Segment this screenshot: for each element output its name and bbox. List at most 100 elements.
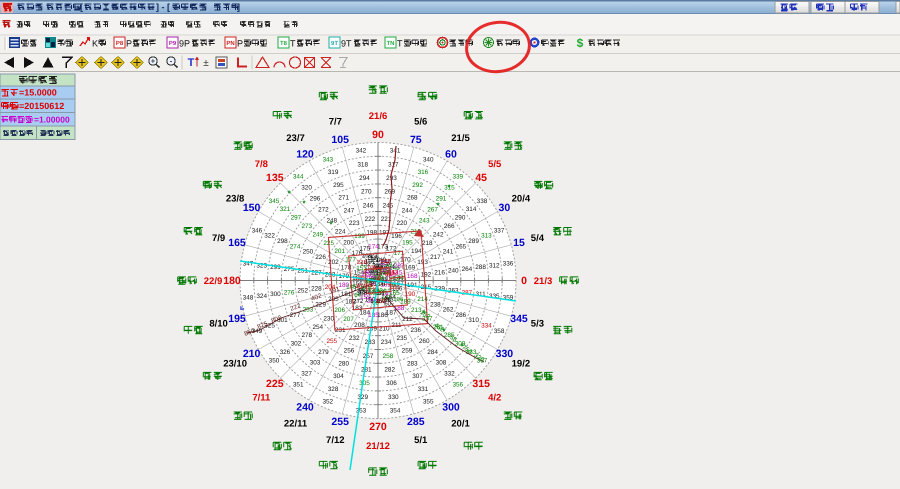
svg-text:245: 245 xyxy=(383,202,394,209)
svg-text:269: 269 xyxy=(384,189,395,196)
svg-text:258: 258 xyxy=(383,353,394,360)
svg-text:135: 135 xyxy=(266,172,284,184)
svg-text:280: 280 xyxy=(338,361,349,368)
svg-text:312: 312 xyxy=(489,262,500,269)
svg-text:344: 344 xyxy=(293,174,304,181)
svg-text:207: 207 xyxy=(343,316,354,323)
svg-text:313: 313 xyxy=(481,233,492,240)
svg-text:220: 220 xyxy=(396,220,407,227)
svg-text:5/6: 5/6 xyxy=(414,116,427,127)
svg-text:259: 259 xyxy=(402,348,413,355)
svg-text:212: 212 xyxy=(380,258,391,265)
svg-text:300: 300 xyxy=(442,401,460,413)
svg-text:260: 260 xyxy=(419,338,430,345)
svg-text:320: 320 xyxy=(301,185,312,192)
svg-text:5/1: 5/1 xyxy=(414,435,428,446)
svg-text:199: 199 xyxy=(354,233,365,240)
svg-text:318: 318 xyxy=(357,161,368,168)
svg-text:TN: TN xyxy=(387,40,395,47)
svg-text:304: 304 xyxy=(333,373,344,380)
svg-text:289: 289 xyxy=(468,238,479,245)
svg-text:265: 265 xyxy=(456,243,467,250)
svg-text:282: 282 xyxy=(384,367,395,374)
svg-text:9P: 9P xyxy=(179,39,190,49)
svg-text:354: 354 xyxy=(390,408,401,415)
svg-text:322: 322 xyxy=(264,233,275,240)
svg-text:200: 200 xyxy=(343,239,354,246)
svg-text:284: 284 xyxy=(427,349,438,356)
svg-text:285: 285 xyxy=(407,416,425,428)
svg-text:P9: P9 xyxy=(169,40,177,47)
svg-text:195: 195 xyxy=(228,313,246,325)
svg-text:241: 241 xyxy=(443,249,454,256)
svg-text:201: 201 xyxy=(334,248,345,255)
svg-text:332: 332 xyxy=(444,371,455,378)
svg-text:216: 216 xyxy=(434,270,445,277)
svg-text:20/4: 20/4 xyxy=(512,193,531,204)
svg-text:P: P xyxy=(126,39,132,49)
svg-text:[: [ xyxy=(80,2,83,12)
svg-text:355: 355 xyxy=(423,399,434,406)
svg-text:180: 180 xyxy=(223,275,241,287)
svg-text:290: 290 xyxy=(455,215,466,222)
svg-text:214: 214 xyxy=(417,296,428,303)
svg-text:346: 346 xyxy=(252,227,263,234)
svg-text:270: 270 xyxy=(369,421,387,433)
svg-text:336: 336 xyxy=(503,261,514,268)
svg-text:244: 244 xyxy=(402,208,413,215)
svg-text:334: 334 xyxy=(481,323,492,330)
svg-text:209: 209 xyxy=(366,326,377,333)
svg-text:254: 254 xyxy=(312,324,323,331)
svg-text:264: 264 xyxy=(462,266,473,273)
svg-text:228: 228 xyxy=(311,286,322,293)
svg-text:7/12: 7/12 xyxy=(326,435,345,446)
svg-text:222: 222 xyxy=(365,216,376,223)
svg-text:297: 297 xyxy=(291,215,302,222)
svg-text:303: 303 xyxy=(310,360,321,367)
svg-text:316: 316 xyxy=(418,169,429,176)
svg-text:150: 150 xyxy=(243,202,261,214)
svg-text:281: 281 xyxy=(361,367,372,374)
svg-text:232: 232 xyxy=(349,335,360,342)
svg-text:21/3: 21/3 xyxy=(534,276,553,287)
svg-text:294: 294 xyxy=(359,175,370,182)
svg-text:8/10: 8/10 xyxy=(209,319,228,330)
svg-text:348: 348 xyxy=(243,295,254,302)
svg-text:292: 292 xyxy=(412,182,423,189)
svg-text:177: 177 xyxy=(345,257,356,264)
svg-text:15: 15 xyxy=(513,237,525,249)
svg-text:223: 223 xyxy=(349,220,360,227)
svg-text:157: 157 xyxy=(367,255,378,262)
svg-text:168: 168 xyxy=(407,273,418,280)
svg-text:337: 337 xyxy=(494,227,505,234)
svg-text:255: 255 xyxy=(326,338,337,345)
svg-text:T: T xyxy=(188,57,195,69)
svg-text:305: 305 xyxy=(359,380,370,387)
svg-text:198: 198 xyxy=(366,230,377,237)
svg-text:22/11: 22/11 xyxy=(284,419,308,430)
svg-text:250: 250 xyxy=(303,249,314,256)
svg-text:268: 268 xyxy=(407,195,418,202)
svg-text:236: 236 xyxy=(410,327,421,334)
svg-text:195: 195 xyxy=(402,239,413,246)
svg-text:326: 326 xyxy=(280,349,291,356)
svg-text:120: 120 xyxy=(296,149,314,161)
svg-text:339: 339 xyxy=(452,174,463,181)
svg-text:212: 212 xyxy=(402,316,413,323)
svg-text:252: 252 xyxy=(297,288,308,295)
svg-text:218: 218 xyxy=(422,240,433,247)
svg-text:235: 235 xyxy=(396,335,407,342)
svg-text:234: 234 xyxy=(381,339,392,346)
svg-text:+: + xyxy=(151,57,156,66)
svg-text:238: 238 xyxy=(430,301,441,308)
svg-text:169: 169 xyxy=(405,264,416,271)
svg-text:300: 300 xyxy=(270,291,281,298)
svg-text:310: 310 xyxy=(468,317,479,324)
svg-text:]: ] xyxy=(237,2,240,12)
svg-text:23/7: 23/7 xyxy=(286,133,305,144)
svg-text:298: 298 xyxy=(277,238,288,245)
svg-text:228: 228 xyxy=(357,259,368,266)
svg-text:328: 328 xyxy=(328,386,339,393)
svg-text:272: 272 xyxy=(318,206,329,213)
svg-text:255: 255 xyxy=(331,416,349,428)
